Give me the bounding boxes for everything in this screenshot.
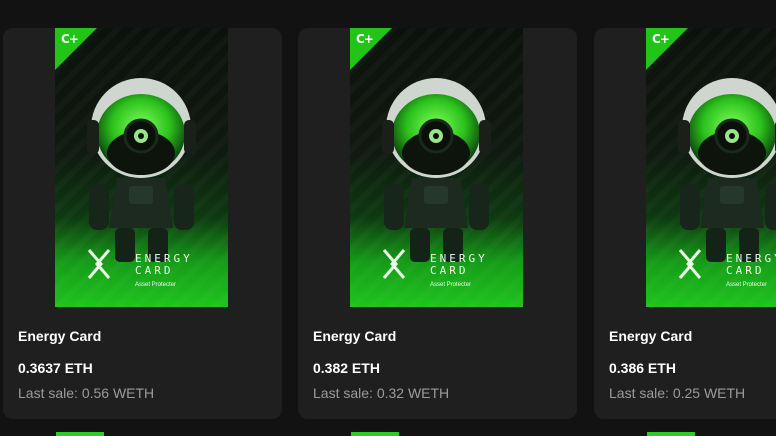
nft-artwork[interactable]: C+ ENERGY CARD Asset Protecter [350, 28, 523, 307]
last-sale: Last sale: 0.32 WETH [313, 385, 450, 401]
card-title: Energy Card [313, 328, 397, 344]
brand-subtitle: Asset Protecter [726, 282, 768, 288]
brand-subtitle: Asset Protecter [430, 282, 472, 288]
brand-logo-icon: C+ [652, 32, 670, 46]
next-row-card-peek [647, 432, 695, 436]
brand-line-2: CARD [430, 264, 469, 277]
nft-card[interactable]: C+ ENERGY CARD Asset Protecter Energy Ca… [594, 28, 776, 419]
brand-subtitle: Asset Protecter [135, 282, 177, 288]
brand-title: ENERGY CARD [135, 253, 193, 277]
brand-logo-icon: C+ [356, 32, 374, 46]
nft-card[interactable]: C+ ENERGY CARD Asset Protecter Energy Ca… [298, 28, 577, 419]
card-price: 0.386 ETH [609, 360, 676, 376]
brand-line-2: CARD [135, 264, 174, 277]
brand-title: ENERGY CARD [726, 253, 776, 277]
nft-card[interactable]: C+ ENERGY CARD Asset Protecter Energy Ca… [3, 28, 282, 419]
next-row-card-peek [351, 432, 399, 436]
card-title: Energy Card [18, 328, 102, 344]
last-sale: Last sale: 0.56 WETH [18, 385, 155, 401]
last-sale: Last sale: 0.25 WETH [609, 385, 746, 401]
brand-logo-icon: C+ [61, 32, 79, 46]
next-row-card-peek [56, 432, 104, 436]
card-price: 0.3637 ETH [18, 360, 93, 376]
brand-line-2: CARD [726, 264, 765, 277]
nft-artwork[interactable]: C+ ENERGY CARD Asset Protecter [55, 28, 228, 307]
nft-artwork[interactable]: C+ ENERGY CARD Asset Protecter [646, 28, 776, 307]
brand-title: ENERGY CARD [430, 253, 488, 277]
card-price: 0.382 ETH [313, 360, 380, 376]
nft-grid: C+ ENERGY CARD Asset Protecter Energy Ca… [0, 0, 776, 436]
card-title: Energy Card [609, 328, 693, 344]
